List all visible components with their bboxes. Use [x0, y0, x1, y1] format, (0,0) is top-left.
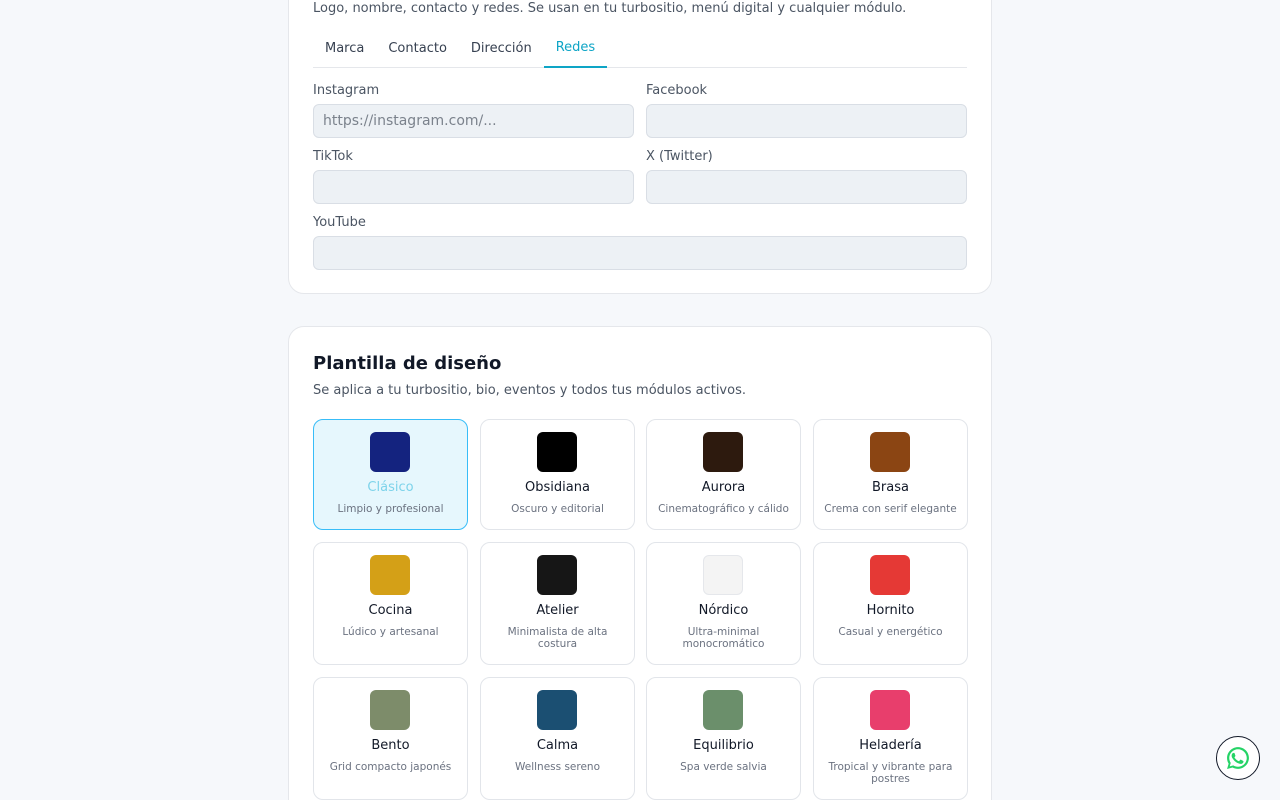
tiktok-label: TikTok [313, 149, 353, 164]
template-swatch [370, 690, 410, 730]
tab-marca[interactable]: Marca [313, 35, 376, 68]
template-name: Brasa [872, 480, 909, 495]
youtube-input[interactable] [313, 236, 967, 270]
template-description: Minimalista de alta costura [507, 626, 608, 650]
business-info-tabs: Marca Contacto Dirección Redes [313, 35, 967, 68]
tab-direccion[interactable]: Dirección [459, 35, 544, 68]
template-swatch [703, 432, 743, 472]
template-option[interactable]: Hornito Casual y energético [813, 542, 968, 665]
template-swatch [870, 555, 910, 595]
tab-contacto[interactable]: Contacto [376, 35, 459, 68]
template-option[interactable]: Atelier Minimalista de alta costura [480, 542, 635, 665]
instagram-input[interactable] [313, 104, 634, 138]
twitter-label: X (Twitter) [646, 149, 713, 164]
twitter-input[interactable] [646, 170, 967, 204]
template-swatch [370, 432, 410, 472]
tiktok-input[interactable] [313, 170, 634, 204]
template-description: Oscuro y editorial [511, 503, 604, 515]
template-option[interactable]: Bento Grid compacto japonés [313, 677, 468, 800]
template-name: Equilibrio [693, 738, 754, 753]
business-info-subtitle: Logo, nombre, contacto y redes. Se usan … [313, 1, 907, 16]
template-name: Aurora [701, 480, 746, 495]
template-option[interactable]: Nórdico Ultra-minimal monocromático [646, 542, 801, 665]
template-description: Ultra-minimal monocromático [682, 626, 765, 650]
template-description: Tropical y vibrante para postres [828, 761, 953, 785]
whatsapp-button[interactable] [1216, 736, 1260, 780]
template-name: Hornito [866, 603, 915, 618]
template-swatch [870, 690, 910, 730]
template-option[interactable]: Cocina Lúdico y artesanal [313, 542, 468, 665]
instagram-label: Instagram [313, 83, 380, 98]
template-swatch [370, 555, 410, 595]
template-description: Grid compacto japonés [329, 761, 452, 773]
template-name: Clásico [367, 480, 414, 495]
business-info-card: Logo, nombre, contacto y redes. Se usan … [288, 0, 992, 294]
youtube-label: YouTube [313, 215, 366, 230]
template-name: Calma [536, 738, 579, 753]
template-swatch [870, 432, 910, 472]
template-description: Cinematográfico y cálido [658, 503, 789, 515]
template-swatch [703, 690, 743, 730]
template-name: Nórdico [698, 603, 749, 618]
template-description: Spa verde salvia [680, 761, 767, 773]
template-swatch [537, 555, 577, 595]
template-option[interactable]: Aurora Cinematográfico y cálido [646, 419, 801, 530]
template-description: Crema con serif elegante [824, 503, 957, 515]
template-option[interactable]: Equilibrio Spa verde salvia [646, 677, 801, 800]
template-name: Obsidiana [525, 480, 590, 495]
template-option[interactable]: Brasa Crema con serif elegante [813, 419, 968, 530]
template-name: Atelier [536, 603, 579, 618]
facebook-label: Facebook [646, 83, 708, 98]
tab-redes[interactable]: Redes [543, 35, 608, 68]
template-name: Heladería [859, 738, 922, 753]
template-name: Cocina [368, 603, 413, 618]
template-name: Bento [371, 738, 410, 753]
template-subtitle: Se aplica a tu turbositio, bio, eventos … [313, 383, 746, 398]
template-description: Casual y energético [838, 626, 943, 638]
template-option[interactable]: Calma Wellness sereno [480, 677, 635, 800]
template-option[interactable]: Heladería Tropical y vibrante para postre… [813, 677, 968, 800]
template-swatch [703, 555, 743, 595]
template-swatch [537, 432, 577, 472]
template-description: Wellness sereno [514, 761, 600, 773]
template-description: Lúdico y artesanal [342, 626, 439, 638]
facebook-input[interactable] [646, 104, 967, 138]
whatsapp-icon [1227, 747, 1249, 769]
template-card: Plantilla de diseño Se aplica a tu turbo… [288, 326, 992, 800]
template-description: Limpio y profesional [337, 503, 444, 515]
template-option[interactable]: Clásico Limpio y profesional [313, 419, 468, 530]
template-title: Plantilla de diseño [313, 353, 502, 374]
template-option[interactable]: Obsidiana Oscuro y editorial [480, 419, 635, 530]
template-swatch [537, 690, 577, 730]
